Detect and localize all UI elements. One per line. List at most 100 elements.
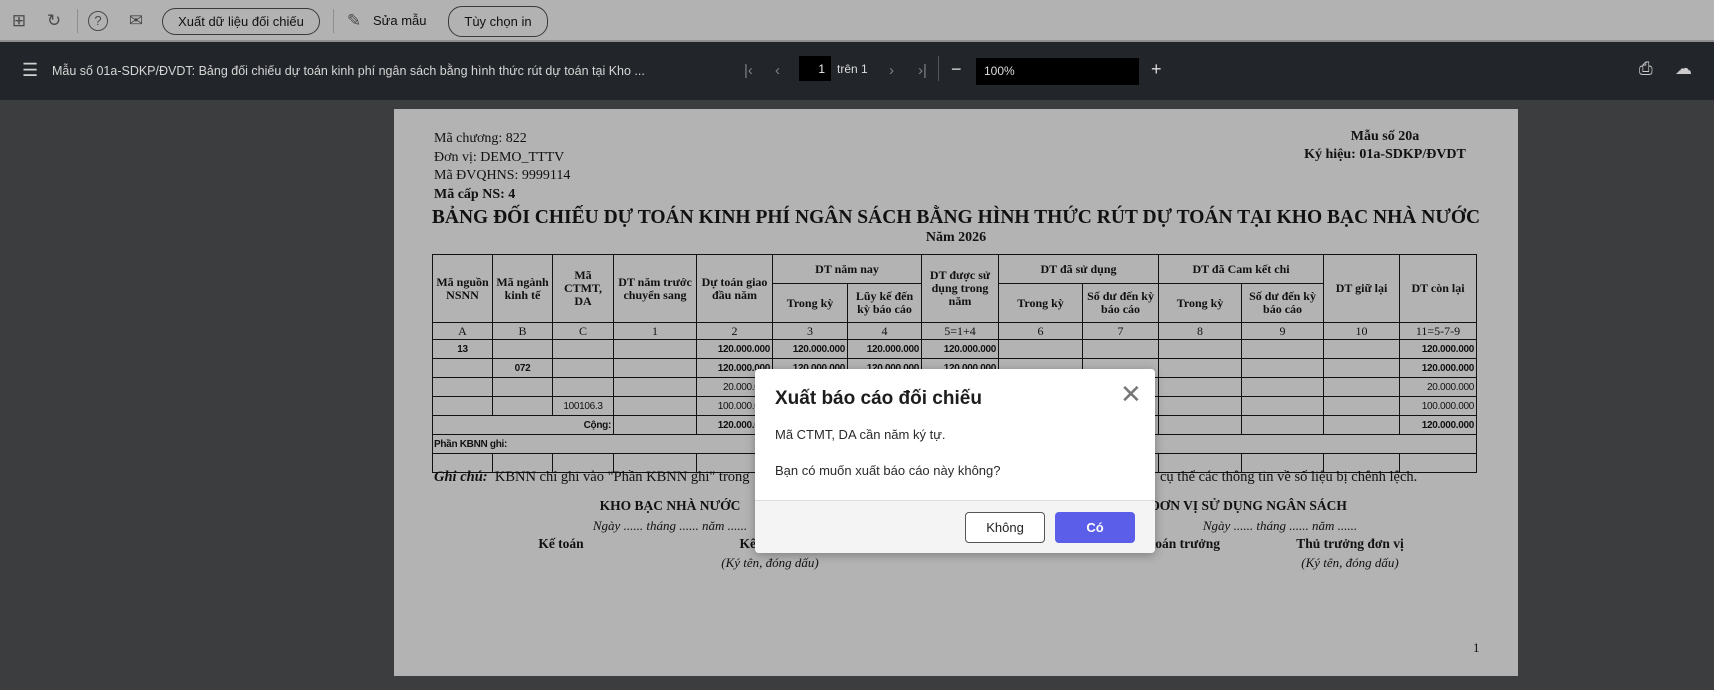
table-cell: [1158, 377, 1243, 397]
table-cell: [492, 396, 553, 416]
col-header: Trong kỳ: [1158, 283, 1243, 323]
table-cell: [1158, 339, 1243, 359]
col-header: Dự toán giao đầu năm: [696, 254, 773, 323]
table-cell: [1082, 339, 1160, 359]
table-cell: 120.000.000: [1399, 339, 1478, 359]
export-data-button[interactable]: Xuất dữ liệu đối chiếu: [162, 8, 320, 35]
print-icon[interactable]: ⎙: [1639, 59, 1653, 79]
divider: [333, 9, 334, 33]
table-cell: [1323, 339, 1401, 359]
right-sign-note: (Ký tên, đóng dấu): [1301, 555, 1399, 570]
print-options-button[interactable]: Tùy chọn in: [448, 6, 548, 37]
right-signer-2: Thủ trưởng đơn vị: [1296, 536, 1404, 551]
left-signer-1: Kế toán: [538, 536, 584, 551]
next-page-icon[interactable]: ›: [889, 61, 894, 81]
table-cell: [492, 377, 553, 397]
note-label: Ghi chú:: [434, 469, 488, 485]
col-header: DT còn lại: [1399, 254, 1478, 323]
table-cell: 120.000.000: [1399, 358, 1478, 378]
zoom-input[interactable]: 100%: [976, 58, 1139, 85]
column-index-row: A B C 1 2 3 4 5=1+4 6 7 8 9 10 11=5-7-9: [432, 322, 1478, 340]
edit-template-button[interactable]: Sửa mẫu: [373, 13, 427, 28]
col-header: Trong kỳ: [772, 283, 848, 323]
table-cell: [998, 339, 1084, 359]
note-text-right: cụ thể các thông tin về số liệu bị chênh…: [1160, 469, 1418, 485]
table-row: 13 120.000.000 120.000.000 120.000.000 120.0…: [432, 339, 1478, 359]
zoom-in-icon[interactable]: +: [1151, 59, 1162, 79]
table-cell: [1323, 358, 1401, 378]
yes-button[interactable]: Có: [1055, 512, 1135, 543]
last-page-icon[interactable]: ›|: [918, 61, 927, 81]
unit-code: Mã ĐVQHNS: 9999114: [434, 168, 571, 183]
zoom-out-icon[interactable]: −: [951, 59, 962, 79]
table-cell: [613, 377, 697, 397]
column-index-cell: C: [552, 322, 614, 340]
first-page-icon[interactable]: |‹: [744, 61, 753, 81]
col-header: Mã nguồn NSNN: [432, 254, 493, 323]
page-number: 1: [1473, 640, 1480, 655]
column-index-cell: 10: [1323, 322, 1401, 340]
close-icon[interactable]: ✕: [1120, 381, 1142, 407]
help-icon[interactable]: ?: [88, 11, 108, 31]
table-cell: [492, 339, 553, 359]
col-header: DT năm trước chuyển sang: [613, 254, 697, 323]
table-cell: [1323, 377, 1401, 397]
column-index-cell: 7: [1082, 322, 1160, 340]
left-org: KHO BẠC NHÀ NƯỚC: [599, 498, 741, 513]
table-cell: 100.000.000: [1399, 396, 1478, 416]
table-cell: [1323, 396, 1401, 416]
dialog-question: Bạn có muốn xuất báo cáo này không?: [775, 463, 1001, 478]
left-sign-note: (Ký tên, đóng dấu): [721, 555, 819, 570]
column-index-cell: 4: [846, 322, 923, 340]
table-cell: 072: [492, 358, 553, 378]
column-index-cell: 3: [772, 322, 848, 340]
excel-icon[interactable]: ⊞: [9, 11, 29, 31]
viewer-bar: ☰ Mẫu số 01a-SDKP/ĐVDT: Bảng đối chiếu d…: [0, 42, 1714, 100]
table-cell: 120.000.000: [921, 339, 1000, 359]
table-cell: 120.000.000: [846, 339, 923, 359]
table-cell: [613, 396, 697, 416]
column-index-cell: 6: [998, 322, 1084, 340]
table-cell: 20.000.000: [1399, 377, 1478, 397]
prev-page-icon[interactable]: ‹: [775, 61, 780, 81]
report-title: BẢNG ĐỐI CHIẾU DỰ TOÁN KINH PHÍ NGÂN SÁC…: [431, 207, 1481, 228]
col-header: Số dư đến kỳ báo cáo: [1082, 283, 1160, 323]
table-cell: [432, 396, 493, 416]
table-cell: [552, 377, 614, 397]
menu-icon[interactable]: ☰: [22, 60, 38, 80]
table-cell: [1241, 358, 1325, 378]
page-input[interactable]: 1: [799, 56, 831, 81]
column-index-cell: B: [492, 322, 553, 340]
table-cell: [613, 358, 697, 378]
dialog-message: Mã CTMT, DA cần năm ký tự.: [775, 427, 946, 442]
col-group-header: DT năm nay: [771, 254, 923, 284]
col-group-header: DT đã Cam kết chi: [1158, 254, 1325, 284]
report-header-left: Mã chương: 822 Đơn vị: DEMO_TTTV Mã ĐVQH…: [434, 130, 570, 204]
pencil-icon[interactable]: ✎: [344, 11, 364, 31]
table-cell: 13: [432, 339, 493, 359]
table-cell: [552, 339, 614, 359]
refresh-icon[interactable]: ↻: [44, 11, 64, 31]
total-label: Cộng:: [432, 415, 614, 435]
note-left: Ghi chú: KBNN chỉ ghi vào "Phần KBNN ghi…: [434, 469, 750, 486]
dialog-title: Xuất báo cáo đối chiếu: [775, 388, 982, 409]
column-index-cell: 5=1+4: [921, 322, 1000, 340]
column-index-cell: 2: [696, 322, 773, 340]
column-index-cell: 11=5-7-9: [1399, 322, 1478, 340]
table-cell: [432, 358, 493, 378]
col-header: DT giữ lại: [1323, 254, 1401, 323]
col-group-header: DT đã sử dụng: [998, 254, 1160, 284]
total-cell: 120.000.000: [1399, 415, 1478, 435]
table-cell: [1241, 339, 1325, 359]
table-cell: 120.000.000: [772, 339, 848, 359]
download-icon[interactable]: ☁: [1675, 59, 1692, 79]
page-total-label: trên 1: [837, 62, 868, 76]
column-index-cell: A: [432, 322, 493, 340]
col-header: DT được sử dụng trong năm: [921, 254, 1000, 323]
right-date: Ngày ...... tháng ...... năm ......: [1202, 518, 1358, 533]
table-cell: 120.000.000: [696, 339, 773, 359]
no-button[interactable]: Không: [965, 512, 1045, 543]
mail-icon[interactable]: ✉: [126, 11, 146, 31]
col-header: Mã ngành kinh tế: [492, 254, 553, 323]
col-header: Số dư đến kỳ báo cáo: [1241, 283, 1325, 323]
